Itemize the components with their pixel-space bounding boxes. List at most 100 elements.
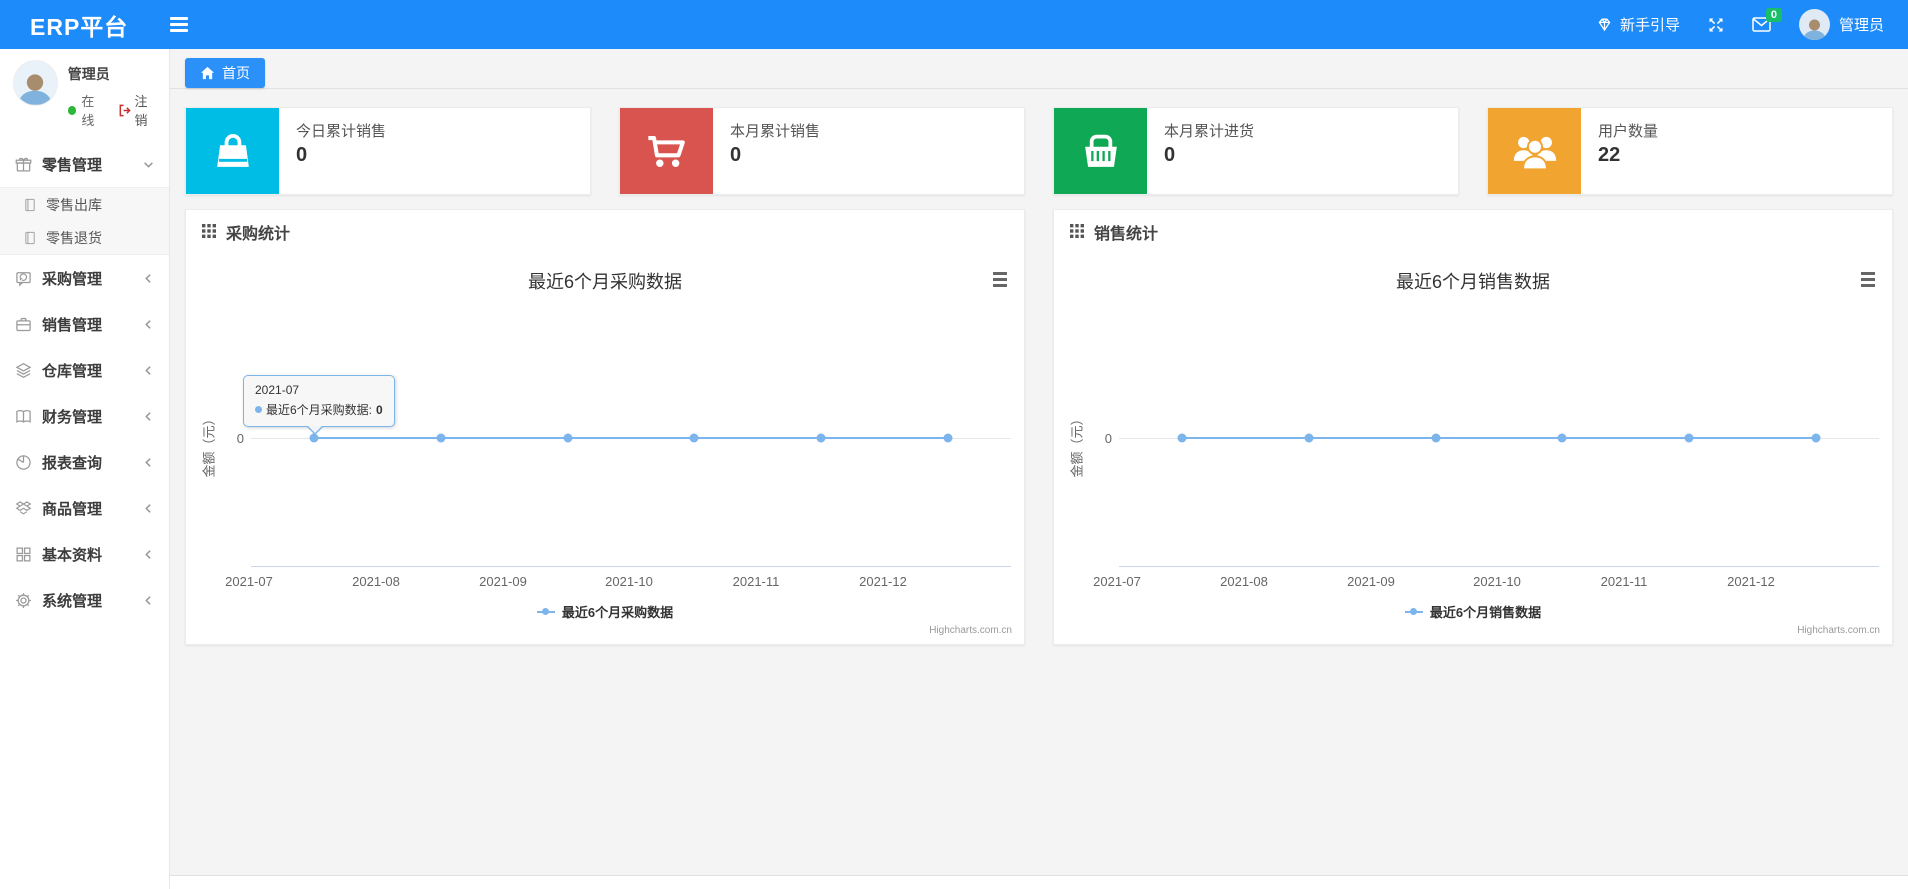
- x-tick-label: 2021-09: [1347, 574, 1395, 589]
- th-grid-icon: [202, 224, 217, 239]
- box-icon: [15, 500, 32, 517]
- legend-label: 最近6个月销售数据: [1429, 605, 1542, 620]
- chevron-left-icon: [143, 411, 154, 422]
- user-avatar: [13, 60, 58, 106]
- sidebar-item-retail-outbound[interactable]: 零售出库: [0, 188, 169, 221]
- book-icon: [15, 408, 32, 425]
- series-line: [1177, 433, 1821, 443]
- sidebar-item-system[interactable]: 系统管理: [0, 577, 169, 623]
- stat-label: 今日累计销售: [296, 123, 387, 140]
- hamburger-menu-icon[interactable]: [170, 17, 189, 32]
- sidebar-user-block: 管理员 在线 注销: [0, 49, 169, 138]
- sidebar-item-basic-data[interactable]: 基本资料: [0, 531, 169, 577]
- menu-label: 基本资料: [42, 546, 103, 564]
- user-menu[interactable]: 管理员: [1798, 9, 1884, 40]
- x-axis-line: [251, 566, 1011, 567]
- th-grid-icon: [1070, 224, 1085, 239]
- menu-label: 报表查询: [42, 454, 103, 472]
- tab-bar: 首页: [170, 49, 1908, 89]
- stat-card-user-count: 用户数量 22: [1487, 107, 1893, 195]
- sales-stats-panel: 销售统计 最近6个月销售数据 金额（元） 0 2021-07 2021-08 2…: [1053, 209, 1893, 645]
- x-tick-label: 2021-07: [1093, 574, 1141, 589]
- sidebar-item-goods[interactable]: 商品管理: [0, 485, 169, 531]
- legend-item[interactable]: 最近6个月销售数据: [1054, 602, 1892, 621]
- x-axis-line: [1119, 566, 1879, 567]
- logout-button[interactable]: 注销: [118, 91, 160, 129]
- users-icon: [1488, 108, 1581, 194]
- online-status-label: 在线: [81, 94, 95, 128]
- navbar-right: 新手引导 0 管理员: [1596, 8, 1908, 40]
- y-axis-title: 金额（元）: [1069, 412, 1085, 478]
- erp-dashboard: ERP平台 新手引导 0 管理员 管理员 在线 注销 零售管理 零售出库 零售退…: [0, 0, 1908, 889]
- legend-item[interactable]: 最近6个月采购数据: [186, 602, 1024, 621]
- guide-button[interactable]: 新手引导: [1596, 14, 1680, 35]
- sidebar-username: 管理员: [67, 66, 110, 82]
- messages-button[interactable]: 0: [1752, 8, 1782, 32]
- tab-home[interactable]: 首页: [185, 58, 265, 88]
- sidebar-item-finance[interactable]: 财务管理: [0, 393, 169, 439]
- main-content: 首页 今日累计销售 0 本月累计销售 0 本月累计进货 0 用户数量 22 采购…: [170, 49, 1908, 889]
- x-tick-label: 2021-12: [859, 574, 907, 589]
- y-axis-tick: 0: [236, 431, 244, 446]
- chevron-down-icon: [143, 159, 154, 170]
- gear-icon: [15, 592, 32, 609]
- stat-cards: 今日累计销售 0 本月累计销售 0 本月累计进货 0 用户数量 22: [185, 107, 1893, 195]
- stat-label: 用户数量: [1598, 123, 1659, 140]
- sidebar-item-retail[interactable]: 零售管理: [0, 141, 169, 187]
- panel-title: 采购统计: [226, 225, 291, 243]
- x-tick-label: 2021-11: [1600, 574, 1648, 589]
- menu-label: 系统管理: [42, 592, 103, 610]
- highcharts-credit[interactable]: Highcharts.com.cn: [929, 625, 1012, 636]
- chart-tooltip: 2021-07 最近6个月采购数据: 0: [243, 375, 395, 435]
- sidebar-item-warehouse[interactable]: 仓库管理: [0, 347, 169, 393]
- document-icon: [23, 231, 37, 245]
- x-tick-label: 2021-08: [352, 574, 400, 589]
- x-tick-label: 2021-12: [1727, 574, 1775, 589]
- footer-bar: [170, 875, 1908, 889]
- brand-title: ERP平台: [30, 13, 129, 40]
- tooltip-date: 2021-07: [255, 383, 300, 397]
- purchase-stats-panel: 采购统计 最近6个月采购数据 金额（元） 0 2021-07 2021-08 2…: [185, 209, 1025, 645]
- highcharts-credit[interactable]: Highcharts.com.cn: [1797, 625, 1880, 636]
- y-axis-title: 金额（元）: [201, 412, 217, 478]
- menu-label: 销售管理: [42, 316, 103, 334]
- chevron-left-icon: [143, 503, 154, 514]
- logout-icon: [118, 104, 131, 117]
- submenu-label: 零售出库: [46, 196, 102, 213]
- message-count-badge: 0: [1765, 8, 1782, 22]
- purchase-chart: 最近6个月采购数据 金额（元） 0 2021-07 2021-08 2021-0…: [186, 253, 1024, 644]
- stat-value: 0: [296, 144, 308, 166]
- logout-label: 注销: [134, 94, 148, 128]
- tooltip-series-dot: [255, 406, 262, 413]
- stat-card-today-sales: 今日累计销售 0: [185, 107, 591, 195]
- retail-submenu: 零售出库 零售退货: [0, 187, 169, 255]
- legend-label: 最近6个月采购数据: [561, 605, 674, 620]
- avatar: [1798, 9, 1830, 40]
- sidebar-item-purchase[interactable]: 采购管理: [0, 255, 169, 301]
- layers-icon: [15, 362, 32, 379]
- chart-panels: 采购统计 最近6个月采购数据 金额（元） 0 2021-07 2021-08 2…: [185, 209, 1893, 645]
- x-tick-label: 2021-09: [479, 574, 527, 589]
- navbar-username: 管理员: [1838, 17, 1884, 34]
- sidebar-item-sales[interactable]: 销售管理: [0, 301, 169, 347]
- menu-label: 零售管理: [42, 156, 103, 174]
- fullscreen-button[interactable]: [1708, 17, 1724, 33]
- x-tick-label: 2021-10: [1473, 574, 1521, 589]
- legend-marker-icon: [1404, 607, 1423, 616]
- legend-marker-icon: [536, 607, 555, 616]
- menu-label: 财务管理: [42, 408, 103, 426]
- sidebar-menu: 零售管理 零售出库 零售退货 采购管理 销售管理 仓库管理 财务管理 报表查询 …: [0, 141, 169, 623]
- x-tick-label: 2021-07: [225, 574, 273, 589]
- top-navbar: ERP平台 新手引导 0 管理员: [0, 0, 1908, 49]
- fullscreen-icon: [1708, 17, 1724, 33]
- stat-value: 0: [1164, 144, 1176, 166]
- submenu-label: 零售退货: [46, 229, 102, 246]
- sidebar-item-reports[interactable]: 报表查询: [0, 439, 169, 485]
- cart-icon: [620, 108, 713, 194]
- document-icon: [23, 198, 37, 212]
- y-axis-tick: 0: [1104, 431, 1112, 446]
- sidebar-item-retail-return[interactable]: 零售退货: [0, 221, 169, 254]
- grid-icon: [15, 546, 32, 563]
- tooltip-series-label: 最近6个月采购数据:: [266, 403, 373, 417]
- x-tick-label: 2021-11: [732, 574, 780, 589]
